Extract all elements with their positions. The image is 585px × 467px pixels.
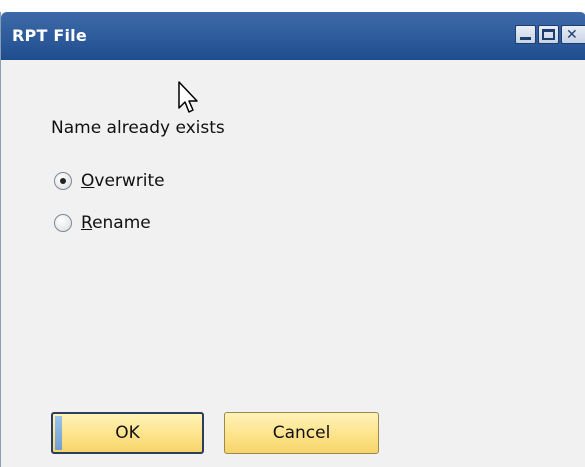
maximize-icon (542, 29, 555, 40)
radio-overwrite-label[interactable]: Overwrite (81, 171, 165, 191)
title-bar[interactable]: RPT File ✕ (1, 12, 585, 60)
radio-rename-label[interactable]: Rename (81, 213, 151, 233)
mnemonic-r: R (81, 213, 93, 233)
dialog-message: Name already exists (51, 118, 225, 138)
minimize-icon (520, 37, 531, 40)
maximize-button[interactable] (538, 25, 559, 44)
radio-rename-label-rest: ename (92, 213, 151, 233)
dialog-window: RPT File ✕ Name already exists Overwrite… (0, 12, 585, 467)
ok-button[interactable]: OK (51, 412, 204, 454)
minimize-button[interactable] (515, 25, 536, 44)
mnemonic-o: O (81, 171, 95, 191)
radio-overwrite-label-rest: verwrite (94, 171, 165, 191)
radio-dot-icon (60, 178, 66, 184)
close-button[interactable]: ✕ (561, 25, 585, 44)
ok-button-label: OK (115, 423, 140, 443)
close-icon: ✕ (566, 27, 578, 43)
radio-rename[interactable]: Rename (54, 212, 151, 234)
ok-focus-accent (55, 416, 62, 450)
radio-overwrite[interactable]: Overwrite (54, 170, 165, 192)
mouse-pointer-icon (178, 81, 198, 113)
radio-button-selected[interactable] (54, 172, 72, 190)
radio-button-unselected[interactable] (54, 214, 72, 232)
cancel-button[interactable]: Cancel (224, 412, 379, 454)
window-title: RPT File (12, 26, 87, 45)
